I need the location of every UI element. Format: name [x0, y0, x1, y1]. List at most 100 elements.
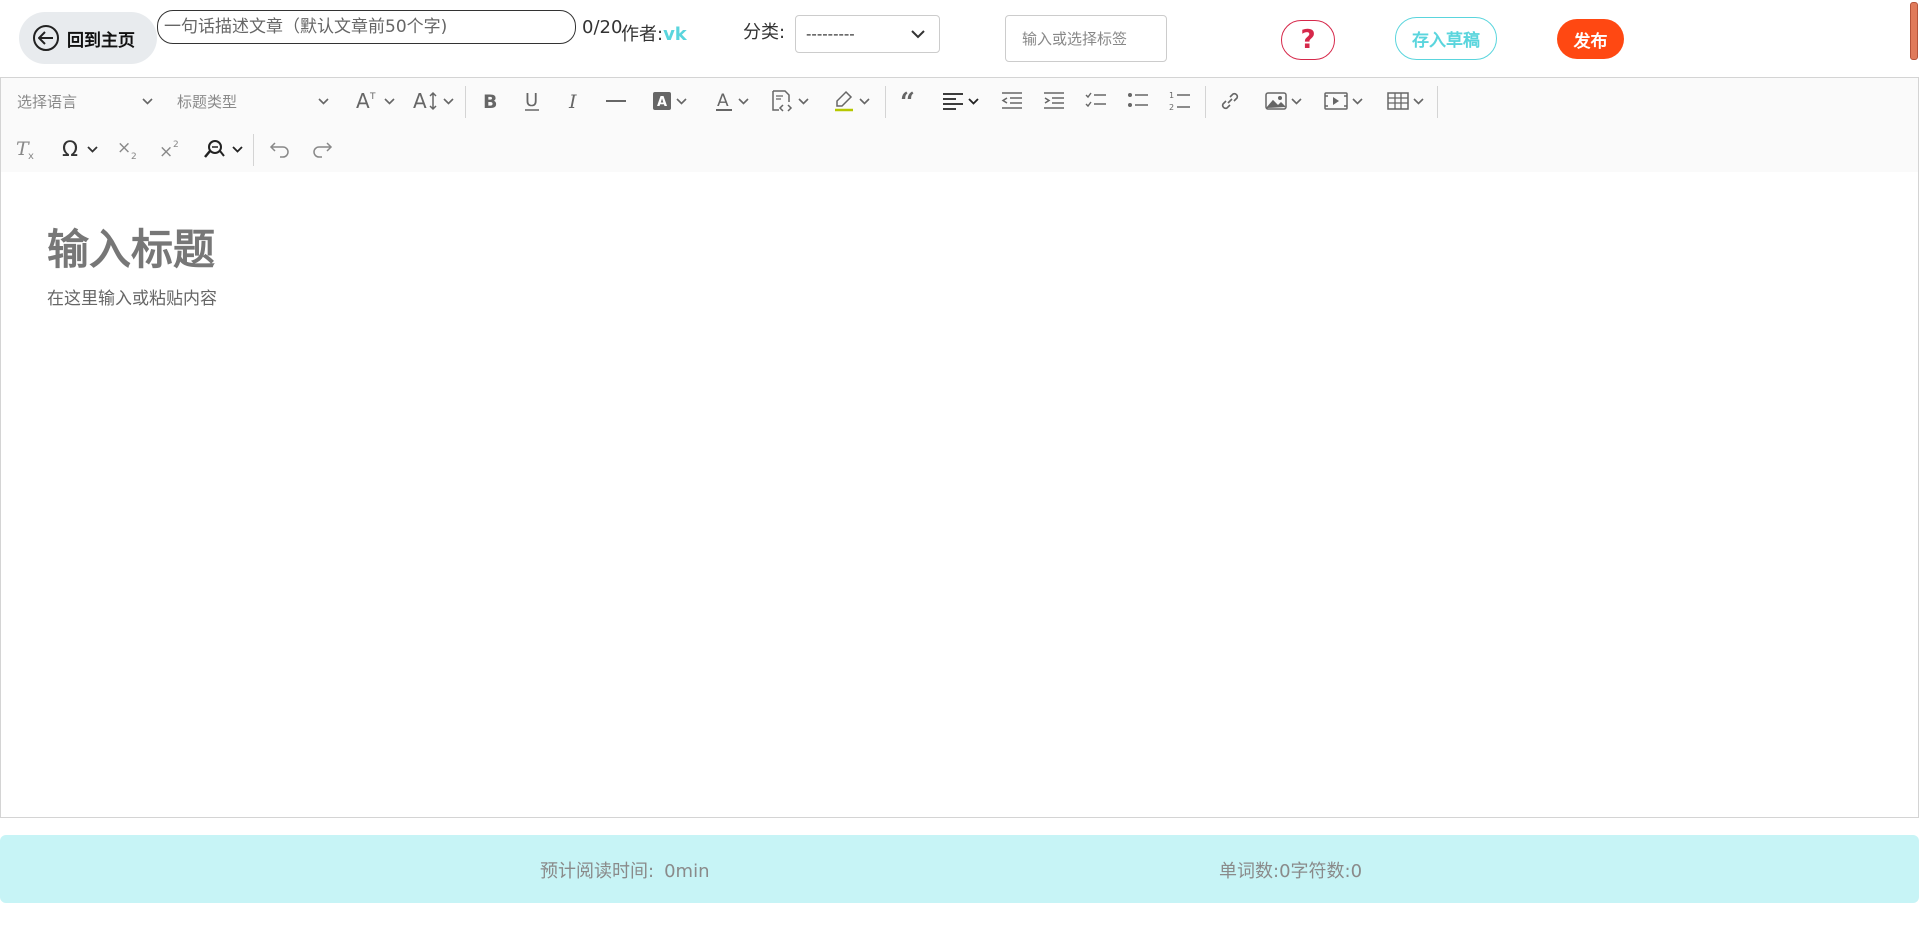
bulleted-list-icon — [1128, 93, 1148, 107]
chevron-down-icon — [797, 97, 809, 105]
align-button[interactable] — [937, 86, 983, 116]
svg-text:×: × — [159, 142, 173, 160]
remove-format-button[interactable]: Tx — [11, 134, 41, 164]
word-count-label: 单词数: — [1219, 861, 1280, 882]
heading-select-label: 标题类型 — [177, 92, 238, 111]
category-select[interactable]: --------- — [795, 15, 940, 53]
reading-time-value: 0min — [664, 861, 710, 882]
chevron-down-icon — [1412, 97, 1424, 105]
insert-table-button[interactable] — [1381, 86, 1429, 116]
bulleted-list-button[interactable] — [1123, 86, 1153, 116]
find-replace-button[interactable] — [199, 134, 247, 164]
outdent-icon — [1001, 92, 1022, 109]
bold-button[interactable]: B — [475, 86, 505, 116]
chevron-down-icon — [1351, 97, 1363, 105]
scrollbar-thumb[interactable] — [1910, 2, 1918, 60]
highlight-button[interactable] — [827, 86, 875, 116]
author-label: 作者: — [621, 24, 664, 45]
underline-button[interactable]: U — [517, 86, 547, 116]
insert-media-button[interactable] — [1319, 86, 1367, 116]
svg-text:2: 2 — [131, 152, 137, 160]
tag-input[interactable] — [1005, 15, 1167, 62]
undo-button[interactable] — [265, 134, 295, 164]
toolbar-row-1: 选择语言 标题类型 AT A B U I A A “ 1 2 — [1, 78, 1918, 124]
char-count-value: 0 — [1350, 861, 1363, 882]
svg-text:2: 2 — [1169, 103, 1174, 112]
toolbar-separator — [1205, 86, 1206, 118]
svg-text:x: x — [28, 151, 34, 160]
home-button[interactable]: 回到主页 — [19, 12, 157, 64]
special-characters-button[interactable]: Ω — [55, 134, 103, 164]
redo-button[interactable] — [307, 134, 337, 164]
svg-text:U: U — [525, 90, 538, 111]
italic-button[interactable]: I — [559, 86, 589, 116]
subscript-icon: × 2 — [117, 138, 137, 160]
chevron-down-icon — [86, 145, 98, 153]
editor-title-placeholder[interactable]: 输入标题 — [47, 216, 215, 277]
chevron-down-icon — [142, 97, 153, 105]
svg-text:A: A — [413, 90, 427, 112]
svg-text:B: B — [483, 91, 497, 111]
image-icon — [1264, 92, 1287, 110]
chevron-down-icon — [231, 145, 243, 153]
bold-icon: B — [483, 91, 497, 111]
subscript-button[interactable]: × 2 — [113, 134, 143, 164]
heading-select[interactable]: 标题类型 — [177, 86, 329, 116]
category-selected-value: --------- — [806, 25, 855, 43]
line-height-icon: A — [413, 90, 437, 112]
svg-text:“: “ — [900, 91, 915, 111]
publish-button[interactable]: 发布 — [1557, 19, 1624, 59]
author-info: 作者:vk — [621, 20, 687, 46]
char-count-label: 字符数: — [1290, 861, 1351, 882]
author-name[interactable]: vk — [663, 24, 687, 45]
todo-list-button[interactable] — [1081, 86, 1111, 116]
category-label: 分类: — [743, 22, 786, 43]
font-color-icon: A — [715, 91, 732, 111]
svg-text:×: × — [117, 138, 131, 158]
link-button[interactable] — [1215, 86, 1245, 116]
question-mark-icon: ? — [1300, 25, 1316, 55]
help-button[interactable]: ? — [1281, 20, 1335, 60]
editor-area[interactable]: 输入标题 在这里输入或粘贴内容 — [0, 172, 1919, 818]
table-icon — [1386, 92, 1409, 110]
superscript-icon: × 2 — [159, 140, 179, 160]
media-icon — [1323, 92, 1348, 110]
indent-icon — [1044, 92, 1064, 109]
numbered-list-icon: 12 — [1169, 91, 1190, 112]
todo-list-icon — [1085, 92, 1106, 108]
reading-time: 预计阅读时间: 0min — [540, 857, 709, 883]
font-background-color-button[interactable]: A — [645, 86, 693, 116]
indent-button[interactable] — [1039, 86, 1069, 116]
outdent-button[interactable] — [997, 86, 1027, 116]
svg-text:T: T — [369, 92, 376, 102]
numbered-list-button[interactable]: 12 — [1165, 86, 1195, 116]
home-button-label: 回到主页 — [67, 30, 135, 51]
toolbar-separator — [885, 86, 886, 118]
toolbar-separator — [253, 134, 254, 166]
svg-text:2: 2 — [173, 140, 179, 150]
status-bar: 预计阅读时间: 0min 单词数:0字符数:0 — [0, 835, 1919, 903]
code-block-button[interactable] — [763, 86, 815, 116]
word-count-value: 0 — [1279, 861, 1291, 882]
remove-format-icon: Tx — [16, 138, 34, 160]
chevron-down-icon — [967, 97, 979, 105]
font-background-color-icon: A — [652, 92, 671, 110]
editor-body-placeholder[interactable]: 在这里输入或粘贴内容 — [47, 284, 217, 309]
language-select-label: 选择语言 — [17, 92, 78, 111]
superscript-button[interactable]: × 2 — [155, 134, 185, 164]
blockquote-button[interactable]: “ — [895, 86, 925, 116]
insert-image-button[interactable] — [1259, 86, 1307, 116]
svg-text:1: 1 — [1169, 91, 1174, 100]
font-color-button[interactable]: A — [707, 86, 755, 116]
svg-text:Ω: Ω — [62, 138, 78, 160]
find-replace-icon — [203, 140, 225, 158]
font-size-button[interactable]: AT — [351, 86, 399, 116]
summary-input[interactable] — [157, 10, 576, 44]
horizontal-line-button[interactable] — [601, 86, 631, 116]
save-draft-button[interactable]: 存入草稿 — [1395, 17, 1497, 60]
chevron-down-icon — [911, 25, 925, 43]
toolbar-separator — [465, 86, 466, 118]
editor-toolbar: 选择语言 标题类型 AT A B U I A A “ 1 2 T x Ω × 2… — [0, 77, 1919, 173]
line-height-button[interactable]: A — [409, 86, 457, 116]
language-select[interactable]: 选择语言 — [17, 86, 153, 116]
